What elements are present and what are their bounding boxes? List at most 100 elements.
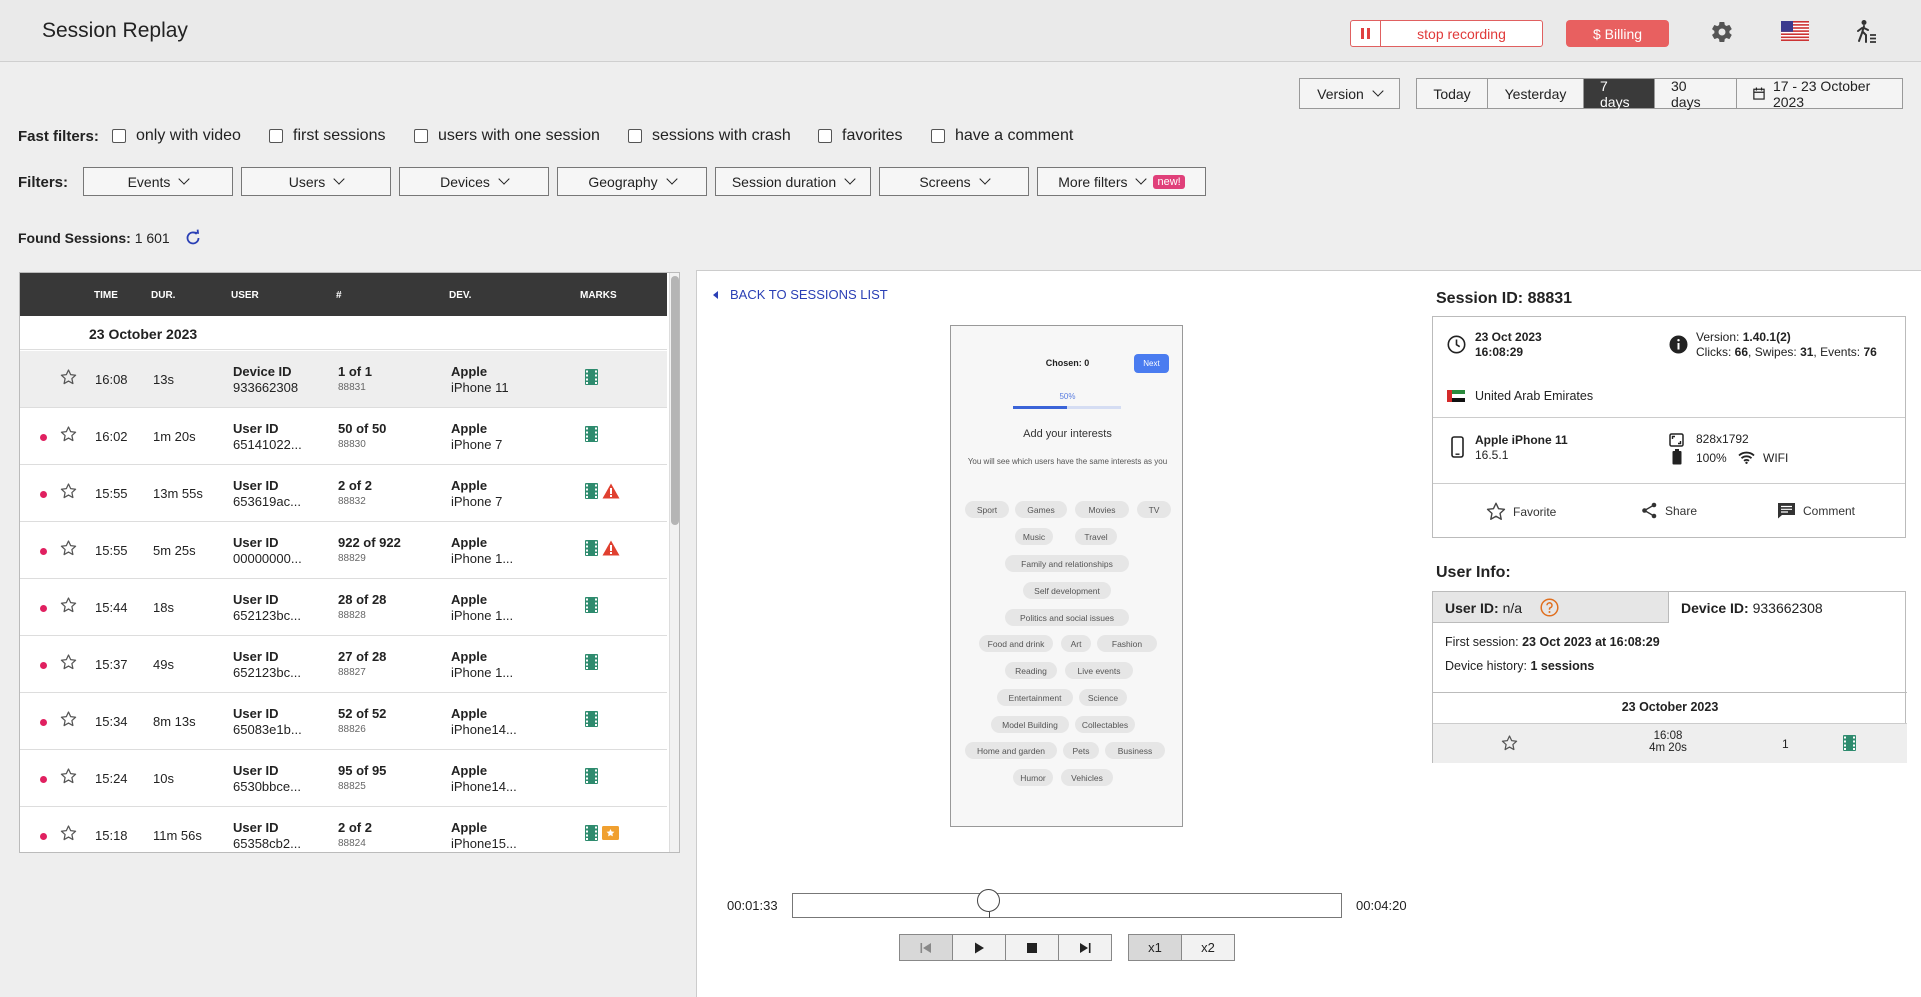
- refresh-icon[interactable]: [184, 229, 202, 247]
- range-30-days[interactable]: 30 days: [1655, 78, 1737, 110]
- checkbox[interactable]: [628, 129, 642, 143]
- interest-chip: Music: [1015, 528, 1053, 545]
- row-device-model: iPhone 11: [451, 380, 509, 395]
- filter-favorites[interactable]: favorites: [818, 127, 902, 145]
- table-row[interactable]: 15:55 5m 25s User ID 00000000... 922 of 922 8…: [20, 522, 667, 579]
- unwatched-dot: [40, 434, 47, 441]
- skip-back-button[interactable]: [900, 935, 953, 960]
- back-to-sessions-link[interactable]: BACK TO SESSIONS LIST: [713, 287, 888, 302]
- video-icon: [585, 768, 598, 784]
- star-icon[interactable]: [60, 426, 77, 442]
- star-icon[interactable]: [60, 711, 77, 727]
- favorite-button[interactable]: Favorite: [1486, 502, 1556, 521]
- filter-session-duration-button[interactable]: Session duration: [715, 167, 871, 196]
- row-user-id: 65358cb2...: [233, 836, 301, 851]
- table-row[interactable]: 16:08 13s Device ID 933662308 1 of 1 88831 App…: [20, 351, 667, 408]
- range-7-days[interactable]: 7 days: [1584, 78, 1655, 110]
- row-marks: [585, 711, 598, 727]
- star-icon[interactable]: [60, 369, 77, 385]
- speed-x2-button[interactable]: x2: [1182, 935, 1234, 960]
- checkbox[interactable]: [269, 129, 283, 143]
- phone-next-button: Next: [1134, 354, 1169, 373]
- filter-more-filters-button[interactable]: More filters new!: [1037, 167, 1206, 196]
- table-row[interactable]: 15:18 11m 56s User ID 65358cb2... 2 of 2 8882…: [20, 807, 667, 852]
- star-icon[interactable]: [60, 540, 77, 556]
- table-row[interactable]: 15:55 13m 55s User ID 653619ac... 2 of 2 8883…: [20, 465, 667, 522]
- col-marks: MARKS: [580, 290, 617, 301]
- found-sessions-label: Found Sessions:: [18, 230, 131, 246]
- star-icon[interactable]: [60, 768, 77, 784]
- events-label: , Events:: [1813, 345, 1864, 359]
- phone-progress-fill: [1013, 406, 1067, 409]
- table-row[interactable]: 16:02 1m 20s User ID 65141022... 50 of 50 888…: [20, 408, 667, 465]
- filter-geography-button[interactable]: Geography: [557, 167, 707, 196]
- row-session-id: 88831: [338, 382, 366, 393]
- filter-only-with-video[interactable]: only with video: [112, 127, 241, 145]
- row-user-label: User ID: [233, 535, 279, 550]
- current-time: 00:01:33: [727, 898, 778, 913]
- version-value: 1.40.1(2): [1742, 330, 1791, 344]
- user-id-text: User ID: n/a: [1445, 600, 1522, 616]
- row-session-number: 28 of 28: [338, 592, 387, 607]
- timeline-track[interactable]: [792, 893, 1342, 918]
- help-icon[interactable]: [1540, 598, 1559, 617]
- row-user-label: User ID: [233, 649, 279, 664]
- play-button[interactable]: [953, 935, 1006, 960]
- user-session-duration: 4m 20s: [1649, 742, 1687, 754]
- star-icon[interactable]: [60, 597, 77, 613]
- checkbox-label: have a comment: [955, 127, 1074, 144]
- checkbox[interactable]: [931, 129, 945, 143]
- list-scrollbar-thumb[interactable]: [671, 276, 679, 525]
- row-duration: 1m 20s: [153, 429, 196, 444]
- back-link-label: BACK TO SESSIONS LIST: [730, 287, 888, 302]
- table-row[interactable]: 15:34 8m 13s User ID 65083e1b... 52 of 52 888…: [20, 693, 667, 750]
- us-flag-icon[interactable]: [1781, 21, 1809, 41]
- interest-chip: Reading: [1005, 662, 1057, 679]
- filter-users-button[interactable]: Users: [241, 167, 391, 196]
- row-user-label: User ID: [233, 421, 279, 436]
- speed-x1-button[interactable]: x1: [1129, 935, 1182, 960]
- skip-forward-button[interactable]: [1059, 935, 1111, 960]
- found-sessions: Found Sessions: 1 601: [18, 230, 170, 246]
- gear-icon[interactable]: [1710, 20, 1734, 44]
- star-icon[interactable]: [60, 825, 77, 841]
- accessibility-person-icon[interactable]: [1855, 19, 1879, 45]
- star-icon[interactable]: [1501, 735, 1518, 751]
- filter-have-a-comment[interactable]: have a comment: [931, 127, 1073, 145]
- filter-events-button[interactable]: Events: [83, 167, 233, 196]
- unwatched-dot: [40, 548, 47, 555]
- filter-screens-button[interactable]: Screens: [879, 167, 1029, 196]
- device-history-value: 1 sessions: [1530, 659, 1595, 673]
- interest-chip: Sport: [965, 501, 1009, 518]
- table-row[interactable]: 15:44 18s User ID 652123bc... 28 of 28 88828 A…: [20, 579, 667, 636]
- interest-chip: Movies: [1075, 501, 1129, 518]
- session-device: Apple iPhone 11: [1475, 433, 1568, 447]
- stop-recording-button[interactable]: stop recording: [1350, 20, 1543, 47]
- billing-button[interactable]: $ Billing: [1566, 20, 1669, 47]
- col-time: TIME: [94, 290, 118, 301]
- version-select[interactable]: Version: [1299, 78, 1400, 109]
- filter-first-sessions[interactable]: first sessions: [269, 127, 385, 145]
- share-icon: [1642, 502, 1657, 519]
- star-icon[interactable]: [60, 654, 77, 670]
- filter-devices-button[interactable]: Devices: [399, 167, 549, 196]
- comment-button[interactable]: Comment: [1777, 502, 1855, 519]
- row-device-brand: Apple: [451, 763, 488, 778]
- range-yesterday[interactable]: Yesterday: [1488, 79, 1584, 108]
- star-icon[interactable]: [60, 483, 77, 499]
- user-session-row[interactable]: 16:08 4m 20s 1: [1433, 723, 1907, 763]
- stop-button[interactable]: [1006, 935, 1059, 960]
- checkbox[interactable]: [414, 129, 428, 143]
- filter-users-with-one-session[interactable]: users with one session: [414, 127, 600, 145]
- table-row[interactable]: 15:37 49s User ID 652123bc... 27 of 28 88827 A…: [20, 636, 667, 693]
- table-row[interactable]: 15:24 10s User ID 6530bbce... 95 of 95 88825 A…: [20, 750, 667, 807]
- checkbox[interactable]: [112, 129, 126, 143]
- range-today[interactable]: Today: [1417, 79, 1488, 108]
- filter-sessions-with-crash[interactable]: sessions with crash: [628, 127, 791, 145]
- chevron-down-icon: [498, 173, 510, 185]
- share-button[interactable]: Share: [1641, 502, 1697, 519]
- checkbox[interactable]: [818, 129, 832, 143]
- custom-range-label: 17 - 23 October 2023: [1772, 77, 1871, 110]
- divider: [1433, 417, 1905, 418]
- range-custom-dates[interactable]: 17 - 23 October 2023: [1737, 77, 1902, 110]
